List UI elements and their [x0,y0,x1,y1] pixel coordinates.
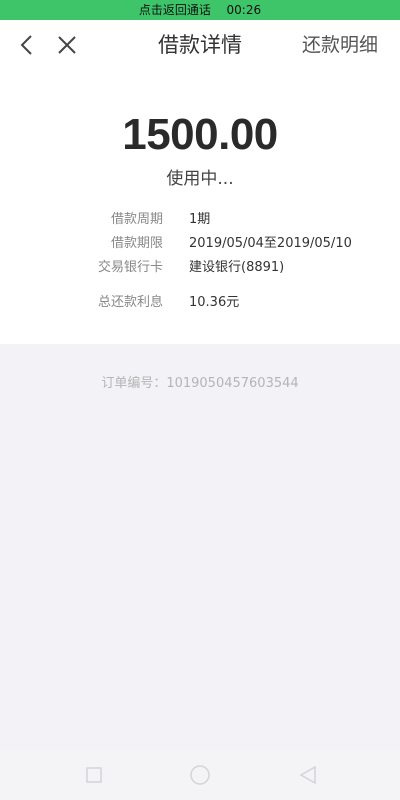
detail-value: 建设银行(8891) [189,260,285,275]
detail-value: 2019/05/04至2019/05/10 [189,236,352,251]
detail-row-bank-card: 交易银行卡 建设银行(8891) [0,256,400,276]
detail-row-term: 借款期限 2019/05/04至2019/05/10 [0,232,400,252]
call-status-bar[interactable]: 点击返回通话 00:26 [0,0,400,20]
circle-icon[interactable] [187,762,213,788]
return-to-call-text[interactable]: 点击返回通话 [139,3,211,17]
system-navigation-bar [0,750,400,800]
detail-row-total-interest: 总还款利息 10.36元 [0,291,400,311]
square-icon[interactable] [81,762,107,788]
call-time: 00:26 [226,3,262,17]
detail-value: 1期 [189,212,211,227]
repayment-details-link[interactable]: 还款明细 [302,20,378,70]
detail-label: 总还款利息 [97,295,163,310]
order-number: 订单编号：1019050457603544 [101,376,299,391]
detail-label: 借款期限 [110,236,163,251]
triangle-back-icon[interactable] [295,762,321,788]
detail-value: 10.36元 [189,295,240,310]
detail-label: 借款周期 [110,212,163,227]
top-navigation-bar: 借款详情 还款明细 [0,20,400,70]
loan-summary-card: 1500.00 使用中... 借款周期 1期 借款期限 2019/05/04至2… [0,70,400,344]
loan-amount: 1500.00 [122,110,278,159]
loan-status: 使用中... [166,169,234,189]
detail-label: 交易银行卡 [97,260,163,275]
detail-row-period: 借款周期 1期 [0,208,400,228]
